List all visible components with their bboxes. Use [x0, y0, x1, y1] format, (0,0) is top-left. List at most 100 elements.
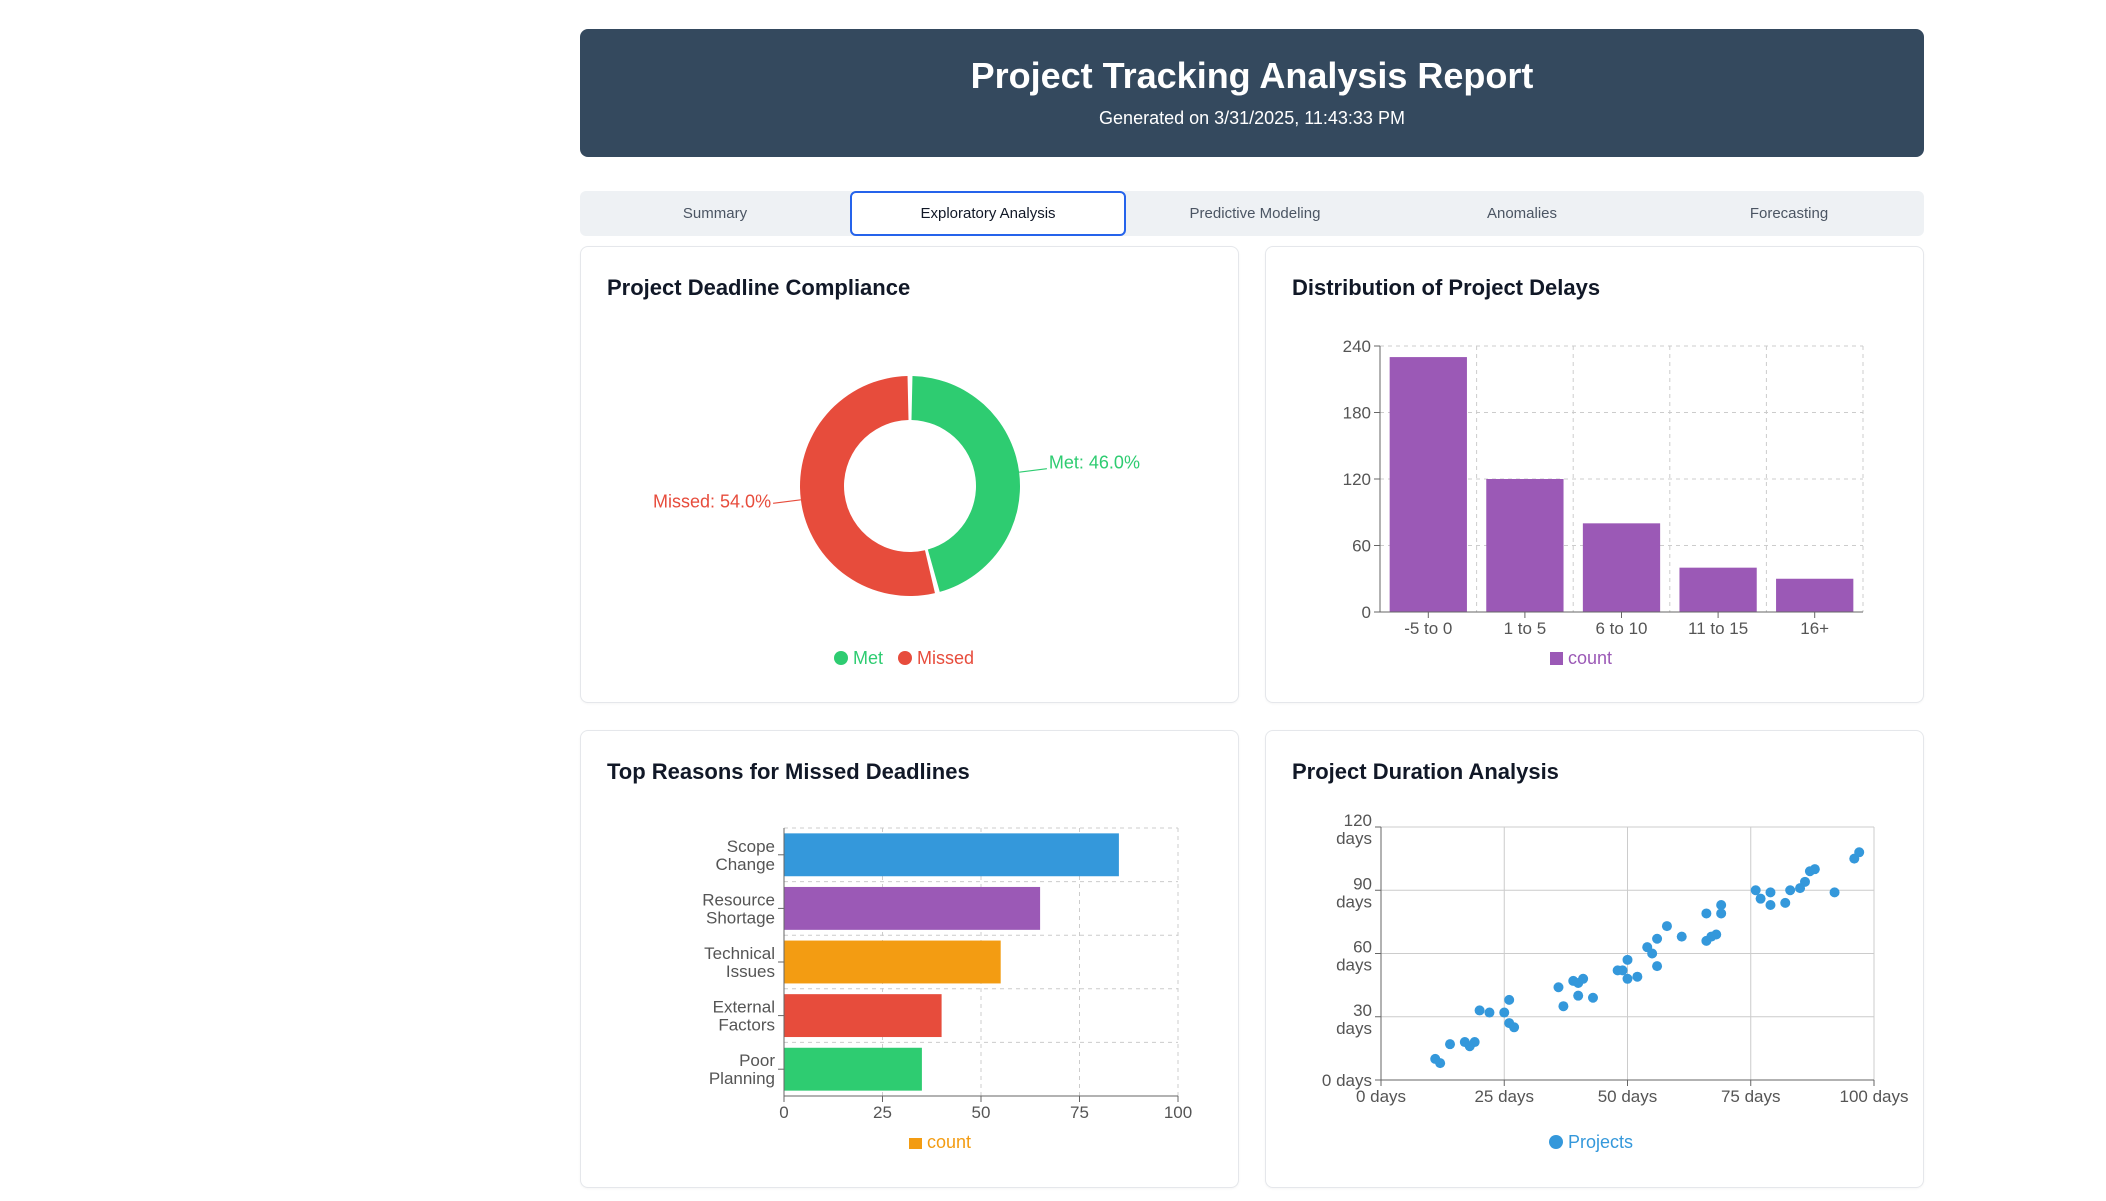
compliance-donut-chart: Met: 46.0% Missed: 54.0% Met Missed: [653, 376, 1140, 668]
legend-swatch-projects: [1549, 1135, 1563, 1149]
scatter-point-11: [1509, 1022, 1520, 1033]
scatter-point-38: [1765, 887, 1776, 898]
y-tick-label: 0 days: [1322, 1071, 1372, 1090]
scatter-point-2: [1445, 1039, 1456, 1050]
scatter-point-43: [1799, 876, 1810, 887]
tab-bar: Summary Exploratory Analysis Predictive …: [580, 191, 1924, 236]
scatter-point-39: [1765, 900, 1776, 911]
y-tick-label: 120: [1343, 470, 1371, 489]
x-tick-label: 75 days: [1721, 1087, 1781, 1106]
legend-label-count: count: [1568, 648, 1612, 668]
y-tick-label-line2: Shortage: [706, 908, 775, 927]
scatter-point-16: [1573, 990, 1584, 1001]
scatter-point-33: [1711, 929, 1722, 940]
scatter-point-22: [1622, 954, 1633, 965]
reasons-bar-chart: 0 25 50 75 100 ScopeChange ResourceShortage Tec…: [702, 827, 1192, 1152]
legend-label-projects: Projects: [1568, 1132, 1633, 1152]
bar-4: [1776, 578, 1854, 612]
scatter-point-20: [1617, 965, 1628, 976]
y-tick-label-line2: Change: [715, 855, 775, 874]
donut-slice-met: [911, 376, 1020, 592]
scatter-point-12: [1553, 982, 1564, 993]
tab-forecasting[interactable]: Forecasting: [1654, 191, 1924, 236]
delays-bar-chart: 0 60 120 180 240 -5 to 0 1 to 5 6 to 10 11 to 15…: [1343, 337, 1864, 668]
y-tick-label-line2: Factors: [718, 1016, 775, 1035]
tab-anomalies[interactable]: Anomalies: [1387, 191, 1657, 236]
scatter-point-29: [1676, 931, 1687, 942]
legend-swatch-missed: [898, 651, 912, 665]
x-tick-label: 50: [972, 1103, 991, 1122]
y-tick-label-line1: 60: [1353, 938, 1372, 957]
y-tick-label-line1: Resource: [702, 890, 775, 909]
x-tick-label: 100 days: [1840, 1087, 1909, 1106]
scatter-point-8: [1499, 1007, 1510, 1018]
report-title: Project Tracking Analysis Report: [970, 55, 1534, 96]
legend-swatch-count: [1550, 652, 1563, 665]
x-tick-label: -5 to 0: [1404, 619, 1452, 638]
x-tick-label: 6 to 10: [1596, 619, 1648, 638]
scatter-point-17: [1578, 973, 1589, 984]
scatter-point-13: [1558, 1001, 1569, 1012]
scatter-point-30: [1701, 908, 1712, 919]
y-tick-label: 60: [1352, 537, 1371, 556]
y-tick-label-line1: Technical: [704, 944, 775, 963]
report-page: Project Tracking Analysis Report Generat…: [580, 29, 1924, 236]
y-tick-label-line2: days: [1336, 956, 1372, 975]
y-tick-label-line2: days: [1336, 1019, 1372, 1038]
duration-card: Project Duration Analysis 0 days 25 days 5…: [1265, 730, 1924, 1188]
y-tick-label-line1: Scope: [727, 837, 775, 856]
legend-label-met: Met: [853, 648, 883, 668]
bar-2: [1582, 523, 1661, 612]
scatter-point-40: [1780, 897, 1791, 908]
legend-label-missed: Missed: [917, 648, 974, 668]
x-tick-label: 1 to 5: [1504, 619, 1547, 638]
y-tick-label: 0: [1362, 603, 1371, 622]
legend-swatch-met: [834, 651, 848, 665]
scatter-point-41: [1785, 885, 1796, 896]
reasons-card: Top Reasons for Missed Deadlines 0 25 50 75…: [580, 730, 1239, 1188]
scatter-point-7: [1484, 1007, 1495, 1018]
tab-predictive-modeling[interactable]: Predictive Modeling: [1120, 191, 1390, 236]
donut-label-met: Met: 46.0%: [1049, 453, 1140, 473]
tab-summary[interactable]: Summary: [580, 191, 850, 236]
bar-external-factors: [784, 994, 942, 1038]
y-tick-label: 240: [1343, 337, 1371, 356]
generated-timestamp: Generated on 3/31/2025, 11:43:33 PM: [1099, 108, 1405, 128]
scatter-point-25: [1647, 948, 1658, 959]
y-tick-label-line1: External: [713, 998, 775, 1017]
x-tick-label: 11 to 15: [1688, 619, 1748, 638]
bar-technical-issues: [784, 940, 1001, 984]
x-tick-label: 100: [1164, 1103, 1192, 1122]
y-tick-label-line1: 120: [1344, 811, 1372, 830]
report-header: Project Tracking Analysis Report Generat…: [580, 29, 1924, 157]
scatter-point-48: [1854, 847, 1865, 858]
scatter-point-5: [1469, 1037, 1480, 1048]
scatter-point-23: [1632, 971, 1643, 982]
scatter-point-18: [1587, 992, 1598, 1003]
scatter-point-9: [1504, 994, 1515, 1005]
scatter-point-37: [1755, 893, 1766, 904]
scatter-point-27: [1652, 961, 1663, 972]
x-tick-label: 0: [779, 1103, 788, 1122]
x-tick-label: 25 days: [1474, 1087, 1534, 1106]
y-tick-label-line2: days: [1336, 829, 1372, 848]
donut-label-line-missed: [773, 499, 801, 504]
delays-card: Distribution of Project Delays 0 60 120 180…: [1265, 246, 1924, 703]
scatter-point-28: [1661, 921, 1672, 932]
y-tick-label-line2: days: [1336, 892, 1372, 911]
scatter-point-21: [1622, 973, 1633, 984]
y-tick-label-line1: 30: [1353, 1001, 1372, 1020]
scatter-point-6: [1474, 1005, 1485, 1016]
legend-swatch-count: [909, 1138, 922, 1149]
bar-scope-change: [784, 833, 1119, 877]
compliance-card: Project Deadline Compliance Met: 46.0% Mi…: [580, 246, 1239, 703]
scatter-point-26: [1652, 933, 1663, 944]
bar-3: [1679, 567, 1757, 612]
tab-exploratory-analysis[interactable]: Exploratory Analysis: [850, 191, 1126, 236]
legend-label-count: count: [927, 1132, 971, 1152]
bar-resource-shortage: [784, 886, 1041, 930]
y-tick-label-line2: Planning: [709, 1069, 775, 1088]
scatter-point-36: [1750, 885, 1761, 896]
duration-scatter-chart: 0 days 25 days 50 days 75 days 100 days0 day…: [1322, 811, 1909, 1152]
bar-poor-planning: [784, 1047, 922, 1091]
